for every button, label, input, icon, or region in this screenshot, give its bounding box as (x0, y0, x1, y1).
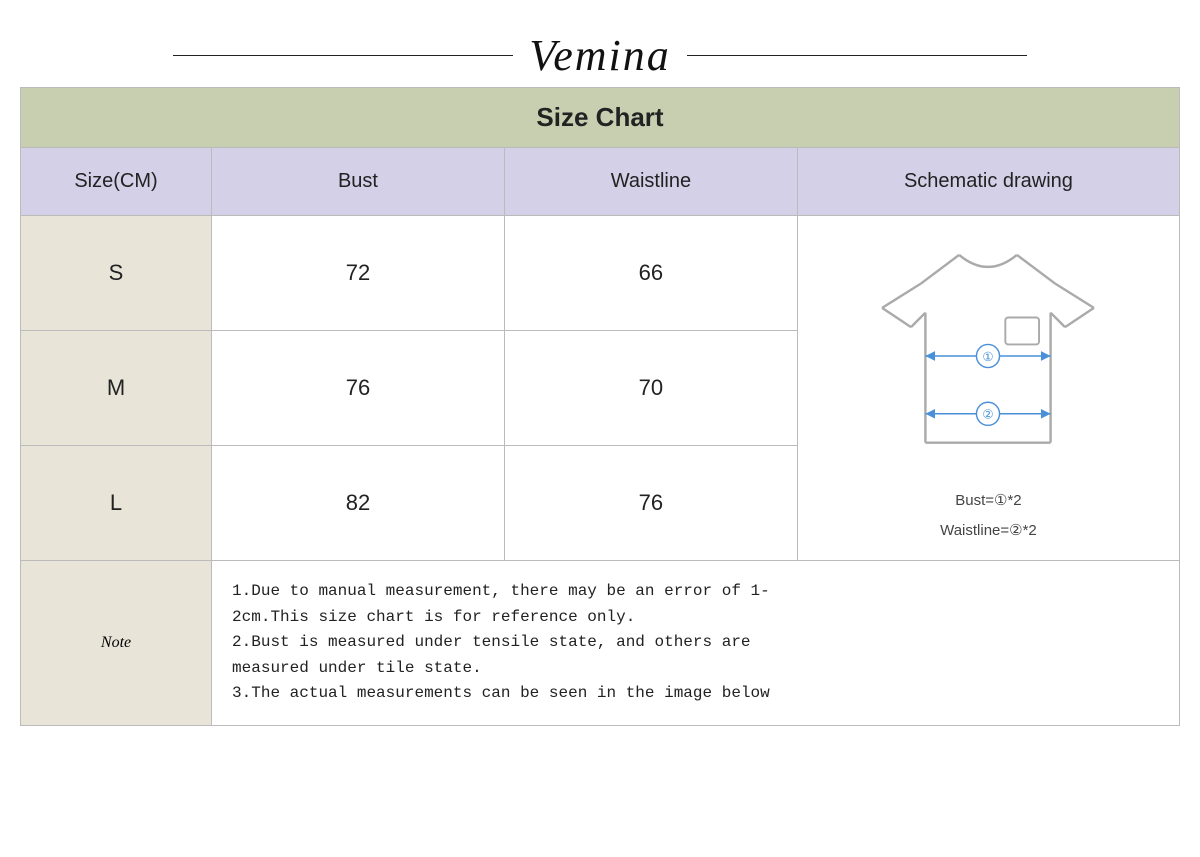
size-chart-title: Size Chart (21, 88, 1180, 148)
svg-text:①: ① (983, 350, 994, 364)
waistline-s: 66 (504, 216, 797, 331)
size-l: L (21, 446, 212, 561)
size-m: M (21, 331, 212, 446)
bust-l: 82 (212, 446, 505, 561)
waistline-m: 70 (504, 331, 797, 446)
col-waistline: Waistline (504, 148, 797, 216)
note-line-2: 2.Bust is measured under tensile state, … (232, 633, 750, 677)
note-text: 1.Due to manual measurement, there may b… (212, 561, 1180, 726)
note-label: Note (21, 561, 212, 726)
col-schematic: Schematic drawing (797, 148, 1179, 216)
bust-m: 76 (212, 331, 505, 446)
bust-s: 72 (212, 216, 505, 331)
size-table: Size Chart Size(CM) Bust Waistline Schem… (20, 87, 1180, 726)
brand-header: Vemina (20, 20, 1180, 87)
formula-bust: Bust=①*2 (940, 486, 1037, 516)
note-line-1: 1.Due to manual measurement, there may b… (232, 582, 770, 626)
formula-waistline: Waistline=②*2 (940, 516, 1037, 546)
table-row-s: S 72 66 (21, 216, 1180, 331)
size-s: S (21, 216, 212, 331)
svg-text:②: ② (983, 408, 994, 422)
table-row-note: Note 1.Due to manual measurement, there … (21, 561, 1180, 726)
brand-line-left (173, 55, 513, 57)
page-wrapper: Vemina Size Chart Size(CM) Bust Waistlin… (20, 20, 1180, 726)
note-line-3: 3.The actual measurements can be seen in… (232, 684, 770, 702)
col-bust: Bust (212, 148, 505, 216)
table-header-row: Size Chart (21, 88, 1180, 148)
brand-line-right (687, 55, 1027, 57)
waistline-l: 76 (504, 446, 797, 561)
brand-name: Vemina (513, 30, 687, 81)
column-header-row: Size(CM) Bust Waistline Schematic drawin… (21, 148, 1180, 216)
tshirt-svg: ① ② (858, 226, 1118, 486)
schematic-container: ① ② Bust=①*2 Waistline=②*2 (798, 216, 1179, 560)
schematic-labels: Bust=①*2 Waistline=②*2 (940, 486, 1037, 546)
schematic-drawing-cell: ① ② Bust=①*2 Waistline=②*2 (797, 216, 1179, 561)
col-size: Size(CM) (21, 148, 212, 216)
